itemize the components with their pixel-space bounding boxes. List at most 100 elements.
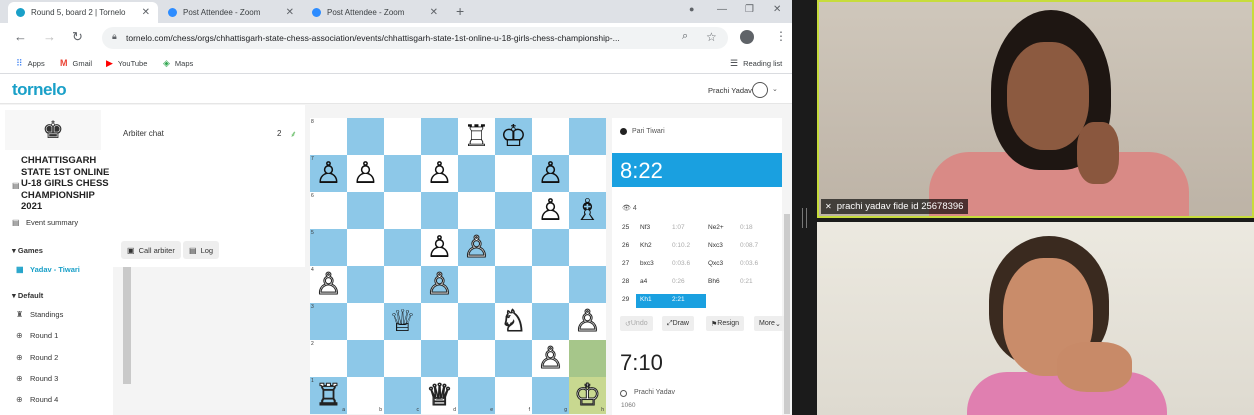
board-square[interactable] [495,340,532,377]
chess-piece[interactable]: ♙ [352,158,379,189]
board-square[interactable] [569,155,606,192]
board-square[interactable]: 3 [310,303,347,340]
board-square[interactable] [569,340,606,377]
board-square[interactable]: ♙ [421,155,458,192]
board-square[interactable]: 2 [310,340,347,377]
video-tile-prachi[interactable]: ✕ prachi yadav fide id 25678396 [817,0,1254,218]
board-square[interactable]: ♙ [532,192,569,229]
more-button[interactable]: More ⌄ [754,316,786,331]
board-square[interactable] [458,192,495,229]
board-square[interactable] [569,229,606,266]
board-square[interactable]: ♖ 1 a [310,377,347,414]
call-arbiter-button[interactable]: ▣ Call arbiter [121,241,181,259]
restore-icon[interactable]: ❐ [745,4,754,15]
close-tab-icon[interactable]: ✕ [142,7,150,18]
log-button[interactable]: ▤ Log [183,241,220,259]
board-square[interactable] [384,192,421,229]
bookmark-youtube[interactable]: ▶ YouTube [106,58,147,69]
reload-icon[interactable]: ↻ [72,29,83,45]
board-square[interactable]: ♙ 7 [310,155,347,192]
page-scrollbar[interactable] [784,214,790,414]
board-square[interactable] [347,303,384,340]
sidebar-scrollbar[interactable] [123,259,131,384]
board-square[interactable]: ♙ [532,155,569,192]
current-game-link[interactable]: ▦ Yadav - Tiwari [16,265,80,274]
board-square[interactable] [384,155,421,192]
board-square[interactable]: 5 [310,229,347,266]
board-square[interactable] [421,118,458,155]
chess-piece[interactable]: ♕ [426,380,454,411]
board-square[interactable]: ♔ h [569,377,606,414]
sidebar-item-round-4[interactable]: ⊕ Round 4 [16,395,58,404]
address-bar[interactable]: 🔒︎ tornelo.com/chess/orgs/chhattisgarh-s… [102,27,728,49]
board-square[interactable] [421,340,458,377]
board-square[interactable] [458,340,495,377]
default-heading[interactable]: ▾ Default [12,291,43,300]
chess-piece[interactable]: ♙ [426,158,453,189]
chess-piece[interactable]: ♗ [574,195,601,226]
sidebar-item-round-1[interactable]: ⊕ Round 1 [16,331,58,340]
board-square[interactable]: e [458,377,495,414]
chess-piece[interactable]: ♙ [537,343,565,374]
board-square[interactable] [532,303,569,340]
draw-button[interactable]: ⤢ Draw [662,316,694,331]
sidebar-item-round-3[interactable]: ⊕ Round 3 [16,374,58,383]
board-square[interactable] [384,118,421,155]
board-square[interactable] [495,155,532,192]
board-square[interactable] [458,155,495,192]
user-name[interactable]: Prachi Yadav [708,86,752,95]
board-square[interactable]: ♕ d [421,377,458,414]
tab-tornelo[interactable]: Round 5, board 2 | Tornelo ✕ [8,2,158,23]
bookmark-gmail[interactable]: M Gmail [60,58,92,68]
standings-link[interactable]: ♜ Standings [16,310,63,319]
move-row[interactable]: 25 Nf3 1:07 Ne2+ 0:18 [612,222,782,235]
close-window-icon[interactable]: ✕ [773,4,781,15]
board-square[interactable]: c [384,377,421,414]
panel-divider[interactable] [792,0,817,415]
bookmark-star-icon[interactable]: ☆ [706,30,717,44]
board-square[interactable] [384,266,421,303]
board-square[interactable]: ♘ [495,303,532,340]
board-square[interactable]: ♙ [532,340,569,377]
board-square[interactable]: b [347,377,384,414]
board-square[interactable] [347,229,384,266]
board-square[interactable] [347,192,384,229]
board-square[interactable] [569,118,606,155]
board-square[interactable]: ♙ [458,229,495,266]
zoom-search-icon[interactable]: ⌕ [682,30,688,43]
chess-piece[interactable]: ♔ [574,380,602,411]
board-square[interactable]: ♙ [421,266,458,303]
move-row[interactable]: 27 bxc3 0:03.6 Qxc3 0:03.6 [612,258,782,271]
tab-zoom-2[interactable]: Post Attendee - Zoom ✕ [304,2,446,23]
board-square[interactable]: ♔ [495,118,532,155]
chess-piece[interactable]: ♙ [426,269,454,300]
board-square[interactable]: ♙ [421,229,458,266]
board-square[interactable] [532,266,569,303]
board-square[interactable]: ♙ [347,155,384,192]
sidebar-item-round-2[interactable]: ⊕ Round 2 [16,353,58,362]
board-square[interactable]: ♙ 4 [310,266,347,303]
board-square[interactable]: f [495,377,532,414]
bookmark-maps[interactable]: ◈ Maps [163,58,193,69]
board-square[interactable] [347,340,384,377]
board-square[interactable] [347,118,384,155]
user-avatar-icon[interactable] [752,82,768,98]
chess-piece[interactable]: ♙ [537,158,564,189]
board-square[interactable] [532,229,569,266]
board-square[interactable] [421,303,458,340]
move-row[interactable]: 26 Kh2 0:10.2 Nxc3 0:08.7 [612,240,782,253]
minimize-icon[interactable]: — [717,4,727,15]
board-square[interactable] [495,266,532,303]
chess-piece[interactable]: ♙ [315,158,342,189]
resign-button[interactable]: ⚑ Resign [706,316,745,331]
board-square[interactable]: ♕ [384,303,421,340]
board-square[interactable]: 8 [310,118,347,155]
profile-avatar-icon[interactable] [740,30,754,44]
board-square[interactable]: ♙ [569,303,606,340]
games-heading[interactable]: ▾ Games [12,246,43,255]
board-square[interactable] [384,340,421,377]
board-square[interactable] [347,266,384,303]
browser-menu-icon[interactable]: ⋮ [775,29,787,43]
event-summary-link[interactable]: ▤ Event summary [12,218,78,227]
tab-zoom-1[interactable]: Post Attendee - Zoom ✕ [160,2,302,23]
